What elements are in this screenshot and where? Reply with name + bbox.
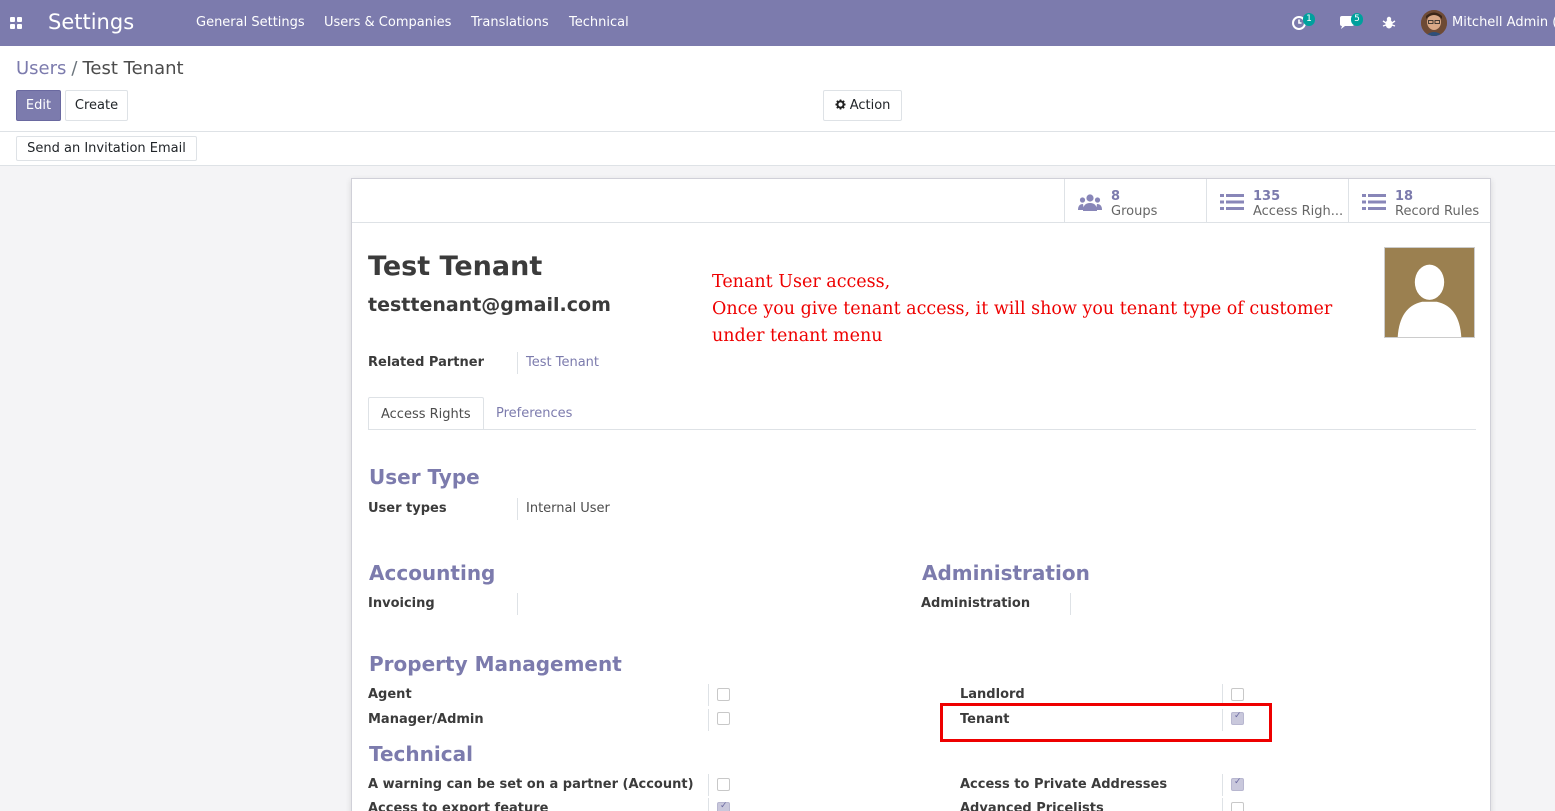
- field-separator: [708, 684, 709, 706]
- field-separator: [1070, 593, 1071, 615]
- action-button-label: Action: [849, 98, 891, 113]
- field-separator: [1222, 798, 1223, 811]
- agent-label: Agent: [368, 687, 412, 702]
- apps-menu-icon[interactable]: [10, 17, 22, 29]
- partner-warning-checkbox[interactable]: [717, 778, 730, 791]
- field-separator: [517, 593, 518, 615]
- export-feature-checkbox[interactable]: [717, 801, 730, 811]
- breadcrumb-separator: /: [71, 58, 78, 79]
- invoicing-label: Invoicing: [368, 596, 435, 611]
- technical-section-title: Technical: [369, 742, 473, 766]
- agent-checkbox[interactable]: [717, 688, 730, 701]
- field-separator: [708, 709, 709, 731]
- private-addresses-checkbox[interactable]: [1231, 777, 1244, 791]
- record-rules-label: Record Rules: [1395, 204, 1480, 219]
- create-button[interactable]: Create: [65, 90, 128, 121]
- list-icon: [1220, 194, 1244, 210]
- partner-warning-label: A warning can be set on a partner (Accou…: [368, 777, 694, 792]
- advanced-pricelists-label: Advanced Pricelists: [960, 801, 1104, 811]
- user-avatar[interactable]: [1421, 10, 1447, 36]
- administration-select[interactable]: [1079, 596, 1279, 614]
- user-photo-placeholder[interactable]: [1384, 247, 1475, 338]
- action-button[interactable]: Action: [823, 90, 902, 121]
- breadcrumb-current: Test Tenant: [82, 58, 184, 79]
- field-separator: [1222, 774, 1223, 796]
- tenant-highlight-box: [940, 703, 1272, 742]
- menu-technical[interactable]: Technical: [569, 15, 629, 30]
- field-separator: [517, 352, 518, 374]
- access-rights-count: 135: [1253, 189, 1281, 204]
- user-menu-name[interactable]: Mitchell Admin (: [1452, 15, 1555, 30]
- messages-count-badge: 5: [1351, 13, 1363, 26]
- annotation-line-2: Once you give tenant access, it will sho…: [712, 299, 1333, 319]
- advanced-pricelists-checkbox[interactable]: [1231, 802, 1244, 811]
- menu-general-settings[interactable]: General Settings: [196, 15, 305, 30]
- person-silhouette-icon: [1385, 248, 1474, 337]
- edit-button[interactable]: Edit: [16, 90, 61, 121]
- tab-preferences[interactable]: Preferences: [484, 397, 584, 430]
- breadcrumb: Users / Test Tenant: [16, 58, 184, 79]
- invoicing-select[interactable]: [526, 596, 726, 614]
- landlord-checkbox[interactable]: [1231, 688, 1244, 701]
- control-panel-divider: [0, 131, 1555, 132]
- access-rights-label: Access Righ...: [1253, 204, 1344, 219]
- gear-icon: [835, 99, 846, 110]
- activity-count-badge: 1: [1303, 13, 1315, 26]
- user-name-title: Test Tenant: [368, 251, 543, 282]
- groups-label: Groups: [1111, 204, 1158, 219]
- field-separator: [708, 774, 709, 796]
- groups-count: 8: [1111, 189, 1121, 204]
- top-navbar: Settings General Settings Users & Compan…: [0, 0, 1555, 46]
- user-types-label: User types: [368, 501, 447, 516]
- landlord-label: Landlord: [960, 687, 1025, 702]
- user-types-value[interactable]: Internal User: [526, 501, 610, 516]
- send-invitation-email-button[interactable]: Send an Invitation Email: [16, 136, 197, 161]
- export-feature-label: Access to export feature: [368, 801, 549, 811]
- annotation-line-1: Tenant User access,: [712, 272, 891, 292]
- app-title[interactable]: Settings: [48, 10, 134, 34]
- property-management-section-title: Property Management: [369, 652, 622, 676]
- smart-button-box: 8 Groups 135 Access Righ... 18 Record Ru…: [352, 179, 1490, 223]
- manager-admin-label: Manager/Admin: [368, 712, 484, 727]
- record-rules-count: 18: [1395, 189, 1414, 204]
- groups-stat-button[interactable]: 8 Groups: [1064, 179, 1206, 222]
- field-separator: [517, 498, 518, 520]
- private-addresses-label: Access to Private Addresses: [960, 777, 1168, 792]
- breadcrumb-users-link[interactable]: Users: [16, 58, 66, 79]
- debug-bug-icon[interactable]: [1380, 14, 1398, 32]
- related-partner-link[interactable]: Test Tenant: [526, 355, 599, 370]
- accounting-section-title: Accounting: [369, 561, 496, 585]
- tab-access-rights[interactable]: Access Rights: [368, 397, 484, 430]
- annotation-line-3: under tenant menu: [712, 326, 883, 346]
- form-sheet: 8 Groups 135 Access Righ... 18 Record Ru…: [351, 178, 1491, 811]
- users-icon: [1078, 194, 1102, 211]
- field-separator: [708, 798, 709, 811]
- related-partner-label: Related Partner: [368, 355, 484, 370]
- user-type-section-title: User Type: [369, 465, 480, 489]
- administration-section-title: Administration: [922, 561, 1090, 585]
- menu-users-companies[interactable]: Users & Companies: [324, 15, 451, 30]
- administration-label: Administration: [921, 596, 1031, 611]
- tabs-divider: [368, 429, 1476, 430]
- user-email: testtenant@gmail.com: [368, 294, 611, 316]
- manager-admin-checkbox[interactable]: [717, 712, 730, 725]
- list-icon: [1362, 194, 1386, 210]
- access-rights-stat-button[interactable]: 135 Access Righ...: [1206, 179, 1348, 222]
- menu-translations[interactable]: Translations: [471, 15, 549, 30]
- record-rules-stat-button[interactable]: 18 Record Rules: [1348, 179, 1490, 222]
